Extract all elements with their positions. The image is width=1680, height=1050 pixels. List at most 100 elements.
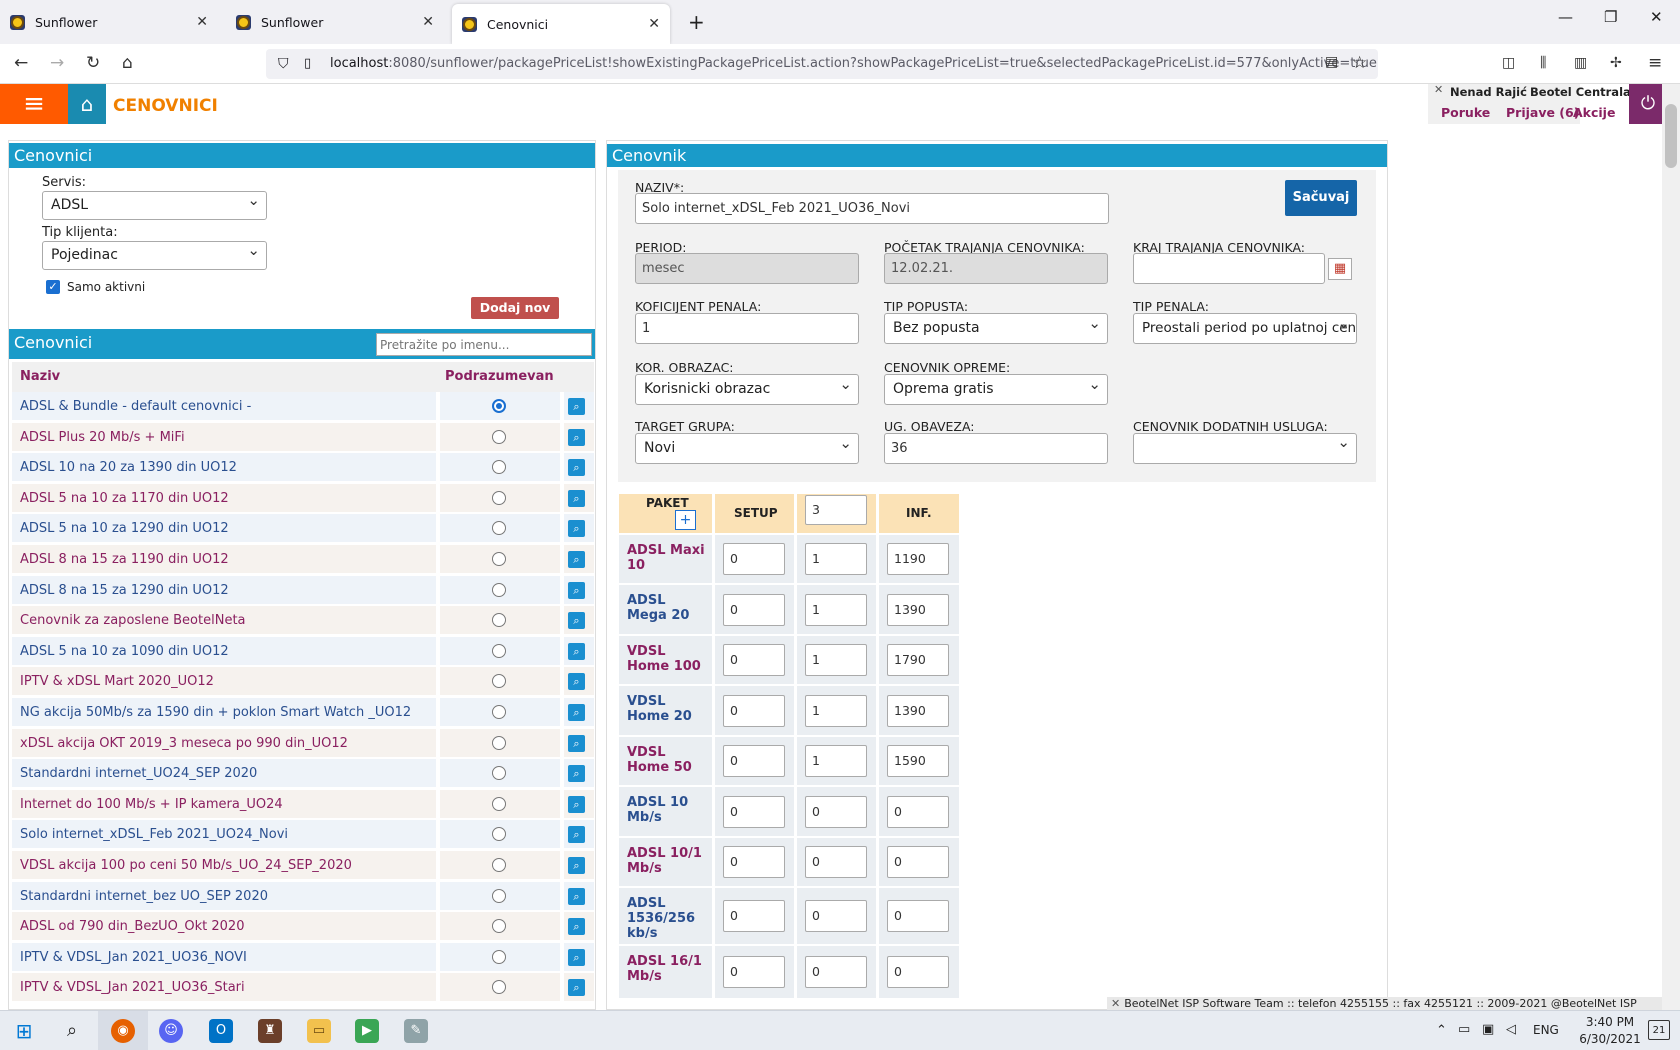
sidebar-icon[interactable]: ▥ <box>1574 55 1587 71</box>
tip-popusta-select[interactable]: Bez popusta <box>884 309 1108 344</box>
outlook-icon[interactable]: O <box>209 1019 233 1043</box>
list-item-name[interactable]: ADSL od 790 din_BezUO_Okt 2020 <box>20 919 244 934</box>
package-setup-input[interactable]: 0 <box>723 745 785 777</box>
list-item-name[interactable]: Solo internet_xDSL_Feb 2021_UO24_Novi <box>20 827 288 842</box>
default-radio[interactable] <box>492 796 506 811</box>
ug-obaveza-input[interactable]: 36 <box>884 433 1108 464</box>
default-radio[interactable] <box>492 980 506 995</box>
game-icon[interactable]: ♜ <box>258 1019 282 1043</box>
new-tab-icon[interactable]: + <box>688 10 705 34</box>
package-n-input[interactable]: 1 <box>805 594 867 626</box>
naziv-input[interactable]: Solo internet_xDSL_Feb 2021_UO36_Novi <box>635 193 1109 224</box>
magnifier-icon[interactable]: ⌕ <box>568 918 585 936</box>
restore-icon[interactable]: ❐ <box>1604 8 1617 26</box>
magnifier-icon[interactable]: ⌕ <box>568 673 585 691</box>
list-item-name[interactable]: ADSL Plus 20 Mb/s + MiFi <box>20 430 185 445</box>
footer-close-icon[interactable]: ✕ <box>1107 997 1124 1010</box>
list-item-name[interactable]: ADSL 10 na 20 za 1390 din UO12 <box>20 460 237 475</box>
close-tab-icon[interactable]: ✕ <box>648 16 660 32</box>
browser-tab-active[interactable]: Cenovnici ✕ <box>452 4 670 44</box>
magnifier-icon[interactable]: ⌕ <box>568 795 585 813</box>
firefox-icon[interactable]: ◉ <box>111 1019 135 1043</box>
reload-icon[interactable]: ↻ <box>86 53 100 73</box>
extension-icon[interactable]: ✢ <box>1610 55 1622 71</box>
list-item[interactable]: ADSL 8 na 15 za 1290 din UO12 ⌕ <box>12 575 594 605</box>
bookmark-star-icon[interactable]: ☆ <box>1352 53 1367 73</box>
list-item-name[interactable]: ADSL 8 na 15 za 1190 din UO12 <box>20 552 229 567</box>
windows-start-icon[interactable]: ⊞ <box>12 1019 36 1043</box>
default-radio[interactable] <box>492 949 506 964</box>
list-item-name[interactable]: ADSL 8 na 15 za 1290 din UO12 <box>20 583 229 598</box>
package-setup-input[interactable]: 0 <box>723 644 785 676</box>
default-radio[interactable] <box>492 705 506 719</box>
shield-icon[interactable]: ⛉ <box>278 49 289 79</box>
notification-icon[interactable]: 21 <box>1648 1020 1670 1040</box>
magnifier-icon[interactable]: ⌕ <box>568 581 585 599</box>
list-item-name[interactable]: Standardni internet_UO24_SEP 2020 <box>20 766 257 781</box>
default-radio[interactable] <box>492 613 506 628</box>
target-grupa-select[interactable]: Novi <box>635 429 859 464</box>
discord-icon[interactable]: ☺ <box>159 1019 183 1043</box>
list-item-name[interactable]: Cenovnik za zaposlene BeotelNeta <box>20 613 246 628</box>
list-item[interactable]: Internet do 100 Mb/s + IP kamera_UO24 ⌕ <box>12 789 594 819</box>
default-radio[interactable] <box>492 552 506 566</box>
battery-icon[interactable]: ▭ <box>1458 1022 1470 1037</box>
default-radio[interactable] <box>492 582 506 597</box>
list-item-name[interactable]: ADSL & Bundle - default cenovnici - <box>20 399 251 414</box>
magnifier-icon[interactable]: ⌕ <box>568 826 585 844</box>
list-item[interactable]: ADSL 5 na 10 za 1090 din UO12 ⌕ <box>12 636 594 666</box>
package-n-input[interactable]: 1 <box>805 745 867 777</box>
calendar-icon[interactable]: ▦ <box>1328 258 1352 280</box>
back-icon[interactable]: ← <box>14 53 28 73</box>
package-setup-input[interactable]: 0 <box>723 796 785 828</box>
package-inf-input[interactable]: 0 <box>887 900 949 932</box>
kraj-input[interactable] <box>1133 253 1325 284</box>
magnifier-icon[interactable]: ⌕ <box>568 979 585 997</box>
default-radio[interactable] <box>492 460 506 475</box>
magnifier-icon[interactable]: ⌕ <box>568 765 585 783</box>
package-inf-input[interactable]: 0 <box>887 846 949 878</box>
samo-aktivni-checkbox[interactable]: ✓ <box>46 280 60 294</box>
default-radio[interactable] <box>492 888 506 903</box>
default-radio[interactable] <box>492 735 506 750</box>
package-n-input[interactable]: 0 <box>805 796 867 828</box>
col-podrazumevan[interactable]: Podrazumevan <box>445 369 554 384</box>
list-item-name[interactable]: IPTV & VDSL_Jan 2021_UO36_Stari <box>20 980 245 995</box>
magnifier-icon[interactable]: ⌕ <box>568 612 585 630</box>
browser-tab[interactable]: Sunflower ✕ <box>226 0 444 44</box>
magnifier-icon[interactable]: ⌕ <box>568 948 585 966</box>
page-scrollbar[interactable] <box>1662 84 1680 1010</box>
sacuvaj-button[interactable]: Sačuvaj <box>1285 180 1357 216</box>
magnifier-icon[interactable]: ⌕ <box>568 551 585 568</box>
app-home-icon[interactable]: ⌂ <box>68 84 106 124</box>
default-radio[interactable] <box>492 674 506 689</box>
tray-chevron-icon[interactable]: ⌃ <box>1436 1023 1447 1038</box>
magnifier-icon[interactable]: ⌕ <box>568 704 585 721</box>
default-radio[interactable] <box>492 919 506 934</box>
kof-penala-input[interactable]: 1 <box>635 313 859 344</box>
list-item[interactable]: VDSL akcija 100 po ceni 50 Mb/s_UO_24_SE… <box>12 851 594 880</box>
magnifier-icon[interactable]: ⌕ <box>568 489 585 507</box>
clock-date[interactable]: 6/30/2021 <box>1575 1032 1645 1046</box>
close-icon[interactable]: ✕ <box>1434 83 1443 96</box>
package-setup-input[interactable]: 0 <box>723 594 785 626</box>
package-n-input[interactable]: 0 <box>805 846 867 878</box>
home-icon[interactable]: ⌂ <box>122 53 133 73</box>
list-item[interactable]: ADSL 5 na 10 za 1170 din UO12 ⌕ <box>12 483 594 513</box>
magnifier-icon[interactable]: ⌕ <box>568 398 585 415</box>
list-item[interactable]: Standardni internet_UO24_SEP 2020 ⌕ <box>12 759 594 789</box>
package-n-input[interactable]: 1 <box>805 543 867 575</box>
tip-klijenta-select[interactable]: Pojedinac <box>42 237 267 270</box>
package-inf-input[interactable]: 1390 <box>887 695 949 727</box>
list-item[interactable]: NG akcija 50Mb/s za 1590 din + poklon Sm… <box>12 698 594 727</box>
magnifier-icon[interactable]: ⌕ <box>568 642 585 660</box>
clock-time[interactable]: 3:40 PM <box>1575 1015 1645 1029</box>
list-item[interactable]: ADSL & Bundle - default cenovnici - ⌕ <box>12 392 594 421</box>
package-inf-input[interactable]: 1390 <box>887 594 949 626</box>
default-radio[interactable] <box>492 399 506 413</box>
cenovnik-dodatnih-select[interactable] <box>1133 429 1357 464</box>
list-item-name[interactable]: ADSL 5 na 10 za 1170 din UO12 <box>20 491 229 506</box>
default-radio[interactable] <box>492 827 506 842</box>
search-icon[interactable]: ⌕ <box>60 1019 84 1043</box>
tip-penala-select[interactable]: Preostali period po uplatnoj ceni <box>1133 313 1357 344</box>
